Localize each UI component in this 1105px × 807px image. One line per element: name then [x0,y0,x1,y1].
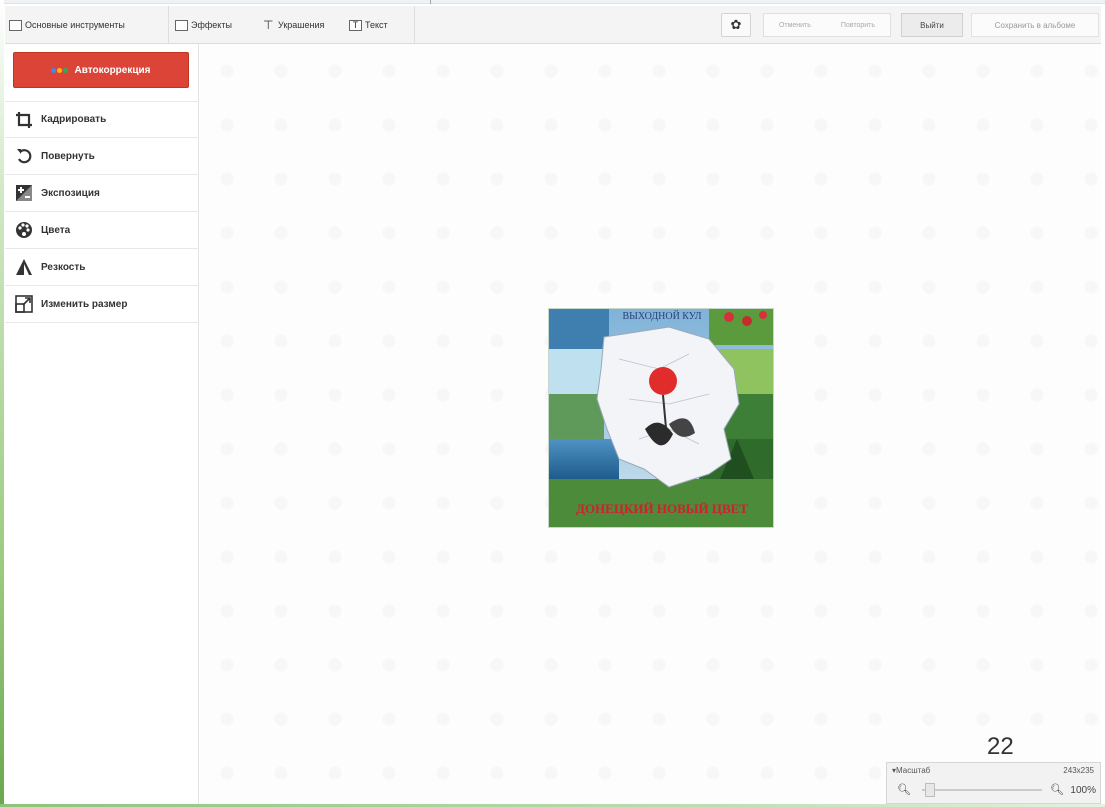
divider [414,6,415,44]
undo-button[interactable]: Отменить [779,22,811,29]
sidebar-item-label: Изменить размер [41,298,128,310]
tool-list: Кадрировать Повернуть Экспозиция Цвета Р… [5,101,199,323]
rotate-icon [13,146,35,166]
photo-top-text: ВЫХОДНОЙ КУЛ [622,310,701,322]
tab-label: Украшения [278,20,325,30]
tab-text[interactable]: T Текст [349,15,388,35]
divider [168,6,169,44]
zoom-panel: ▾Масштаб 243x235 🔍︎ 🔍︎ 100% [886,762,1101,804]
sidebar-item-label: Цвета [41,224,71,236]
exit-button[interactable]: Выйти [901,13,963,37]
sidebar-item-sharpness[interactable]: Резкость [5,249,199,286]
auto-correct-label: Автокоррекция [74,64,151,76]
zoom-value: 100% [1070,785,1096,796]
photo-collage: ВЫХОДНОЙ КУЛ ДОНЕЦКИЙ НОВЫЙ ЦВЕТ [549,309,773,527]
image-size: 243x235 [1063,766,1094,775]
resize-icon [13,294,35,314]
slide-decoration [0,0,4,807]
tab-label: Текст [365,20,388,30]
edited-photo[interactable]: ВЫХОДНОЙ КУЛ ДОНЕЦКИЙ НОВЫЙ ЦВЕТ [548,308,774,528]
sharpness-icon [13,257,35,277]
settings-button[interactable]: ✿ [721,13,751,37]
photo-bottom-text: ДОНЕЦКИЙ НОВЫЙ ЦВЕТ [576,501,748,516]
save-to-album-button[interactable]: Сохранить в альбоме [971,13,1099,37]
tab-label: Основные инструменты [25,20,125,30]
tab-basic-tools[interactable]: Основные инструменты [9,15,125,35]
zoom-title[interactable]: ▾Масштаб [892,766,930,775]
sidebar-item-resize[interactable]: Изменить размер [5,286,199,323]
auto-correct-button[interactable]: Автокоррекция [13,52,189,88]
zoom-out-icon[interactable]: 🔍︎ [897,783,911,796]
zoom-slider-handle[interactable] [925,783,935,797]
window-top-strip [0,0,1105,4]
sidebar-item-rotate[interactable]: Повернуть [5,138,199,175]
sidebar-item-label: Повернуть [41,150,95,162]
image-icon [9,19,22,31]
divider [430,0,431,4]
crop-icon [13,110,35,130]
tools-sidebar: Автокоррекция Кадрировать Повернуть Эксп… [5,44,199,804]
zoom-slider[interactable] [922,789,1042,791]
sidebar-item-exposure[interactable]: Экспозиция [5,175,199,212]
sidebar-item-colors[interactable]: Цвета [5,212,199,249]
tab-label: Эффекты [191,20,232,30]
zoom-in-icon[interactable]: 🔍︎ [1050,783,1064,796]
redo-button[interactable]: Повторить [841,22,875,29]
sidebar-item-label: Кадрировать [41,114,107,125]
auto-correct-icon [51,67,69,73]
sidebar-item-crop[interactable]: Кадрировать [5,101,199,138]
palette-icon [13,220,35,240]
sidebar-item-label: Экспозиция [41,187,100,199]
slide-page-number: 22 [987,733,1014,760]
tab-effects[interactable]: Эффекты [175,15,232,35]
tab-decorations[interactable]: ⊤ Украшения [263,15,324,35]
undo-redo-group: Отменить Повторить [763,13,891,37]
gear-icon: ✿ [730,17,742,32]
exposure-icon [13,183,35,203]
text-icon: T [349,19,362,31]
editor-toolbar: Основные инструменты Эффекты ⊤ Украшения… [5,6,1101,44]
sidebar-item-label: Резкость [41,261,86,273]
brush-icon: ⊤ [263,17,274,32]
effects-icon [175,19,188,31]
